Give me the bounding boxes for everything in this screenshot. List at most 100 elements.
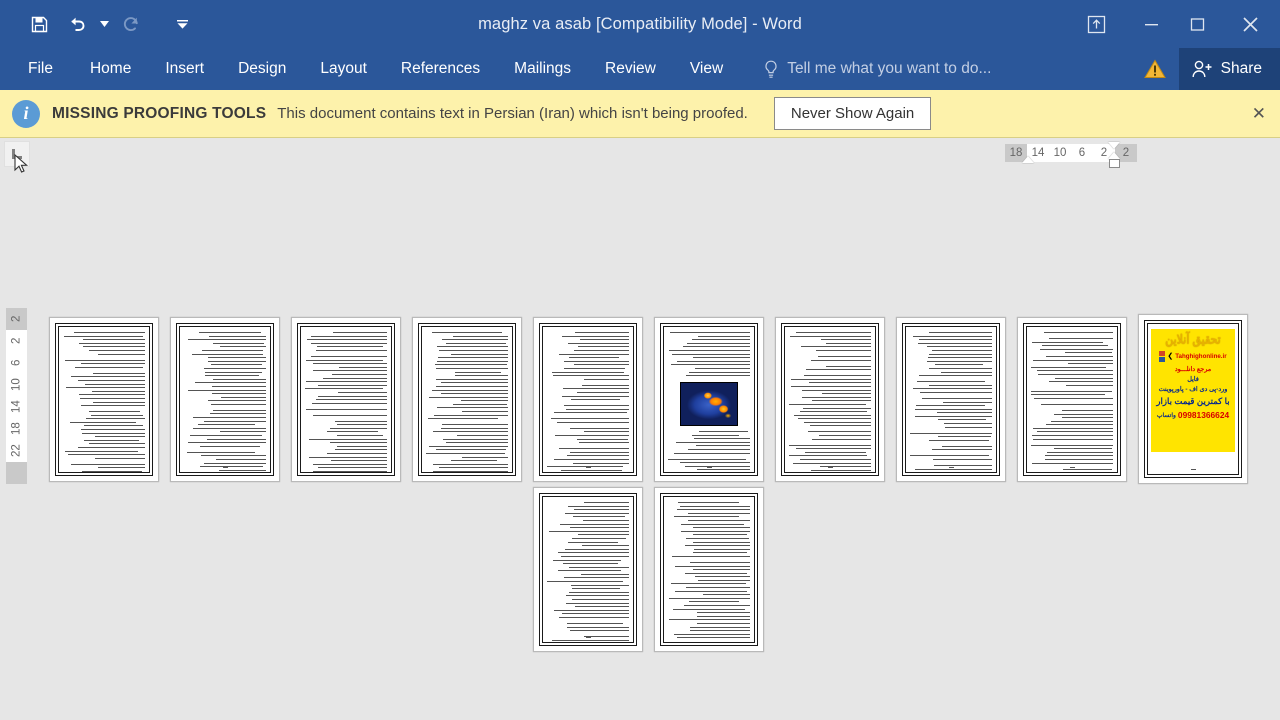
text-line — [92, 401, 145, 403]
text-line — [688, 512, 750, 514]
text-line — [80, 363, 145, 365]
text-line — [804, 421, 871, 423]
tab-mailings[interactable]: Mailings — [497, 48, 588, 90]
text-line — [693, 552, 748, 554]
text-line — [913, 388, 992, 390]
page-thumbnail-1[interactable] — [49, 317, 159, 482]
page-thumbnail-7[interactable] — [775, 317, 885, 482]
text-line — [205, 375, 260, 377]
text-line — [928, 332, 992, 333]
text-line — [436, 367, 508, 369]
page-thumbnail-3[interactable] — [291, 317, 401, 482]
tell-me-placeholder: Tell me what you want to do... — [787, 60, 992, 77]
page-border — [418, 323, 516, 476]
advertisement-image: تحقیق آنلاین ❮ Tahghighonline.ir مرجع دا… — [1151, 329, 1235, 452]
text-line — [693, 357, 750, 359]
tab-insert[interactable]: Insert — [148, 48, 221, 90]
text-line — [70, 376, 145, 378]
tab-review[interactable]: Review — [588, 48, 673, 90]
text-line — [317, 384, 387, 386]
text-line — [201, 349, 263, 351]
page-thumbnail-9[interactable] — [1017, 317, 1127, 482]
text-line — [808, 382, 871, 384]
quick-access-toolbar — [0, 0, 190, 48]
text-line — [571, 584, 629, 586]
text-line — [561, 555, 629, 557]
undo-button[interactable] — [58, 7, 96, 41]
text-line — [673, 516, 739, 518]
text-line — [686, 537, 749, 539]
text-line — [910, 432, 992, 434]
tab-references[interactable]: References — [384, 48, 497, 90]
text-line — [1033, 397, 1113, 399]
redo-button[interactable] — [112, 7, 150, 41]
tab-design[interactable]: Design — [221, 48, 303, 90]
message-bar-close-button[interactable]: ✕ — [1252, 104, 1266, 124]
text-line — [461, 400, 508, 402]
text-line — [790, 385, 871, 387]
tab-view[interactable]: View — [673, 48, 740, 90]
text-line — [942, 401, 992, 403]
text-line — [71, 463, 145, 465]
page-thumbnail-12[interactable] — [654, 487, 764, 652]
text-line — [811, 438, 871, 440]
page-border — [55, 323, 153, 476]
text-line — [1031, 341, 1103, 343]
close-icon — [1242, 16, 1258, 32]
text-line — [82, 471, 142, 472]
text-line — [219, 469, 266, 471]
close-button[interactable] — [1220, 0, 1280, 48]
text-line — [693, 534, 747, 536]
warning-button[interactable] — [1131, 48, 1179, 90]
redo-icon — [123, 17, 138, 31]
page-thumbnail-6[interactable] — [654, 317, 764, 482]
text-line — [439, 349, 508, 351]
text-line — [675, 590, 748, 592]
text-line — [330, 460, 387, 462]
page-border — [539, 323, 637, 476]
tab-layout[interactable]: Layout — [303, 48, 384, 90]
text-line — [914, 415, 992, 417]
share-button[interactable]: Share — [1178, 48, 1280, 90]
text-lines — [547, 502, 629, 642]
page-number — [543, 467, 633, 468]
text-line — [697, 579, 750, 581]
text-line — [791, 378, 871, 380]
never-show-again-button[interactable]: Never Show Again — [773, 97, 932, 130]
text-line — [433, 414, 508, 416]
text-line — [206, 438, 266, 440]
text-line — [562, 395, 629, 397]
page-thumbnail-8[interactable] — [896, 317, 1006, 482]
page-thumbnail-10[interactable]: تحقیق آنلاین ❮ Tahghighonline.ir مرجع دا… — [1138, 314, 1248, 484]
text-line — [337, 445, 387, 447]
page-thumbnail-5[interactable] — [533, 317, 643, 482]
page-thumbnail-4[interactable] — [412, 317, 522, 482]
text-line — [210, 413, 266, 415]
text-line — [312, 370, 387, 372]
customize-quick-access-toolbar[interactable] — [174, 7, 190, 41]
text-line — [432, 389, 508, 391]
text-lines — [63, 332, 145, 472]
text-line — [938, 436, 991, 438]
text-line — [212, 378, 266, 380]
tell-me-search[interactable]: Tell me what you want to do... — [764, 60, 991, 79]
text-line — [567, 505, 629, 507]
text-line — [312, 471, 387, 472]
text-line — [329, 427, 387, 429]
save-button[interactable] — [20, 7, 58, 41]
text-line — [450, 460, 498, 462]
page-thumbnail-11[interactable] — [533, 487, 643, 652]
minimize-button[interactable] — [1128, 0, 1174, 48]
text-line — [1045, 455, 1113, 457]
undo-dropdown-button[interactable] — [96, 7, 112, 41]
tab-file[interactable]: File — [0, 48, 73, 90]
text-line — [825, 342, 871, 344]
maximize-button[interactable] — [1174, 0, 1220, 48]
text-line — [212, 342, 264, 344]
ribbon-display-options-button[interactable] — [1064, 0, 1128, 48]
text-line — [78, 394, 145, 396]
page-number — [301, 467, 391, 468]
text-line — [929, 367, 992, 369]
page-thumbnail-2[interactable] — [170, 317, 280, 482]
tab-home[interactable]: Home — [73, 48, 148, 90]
